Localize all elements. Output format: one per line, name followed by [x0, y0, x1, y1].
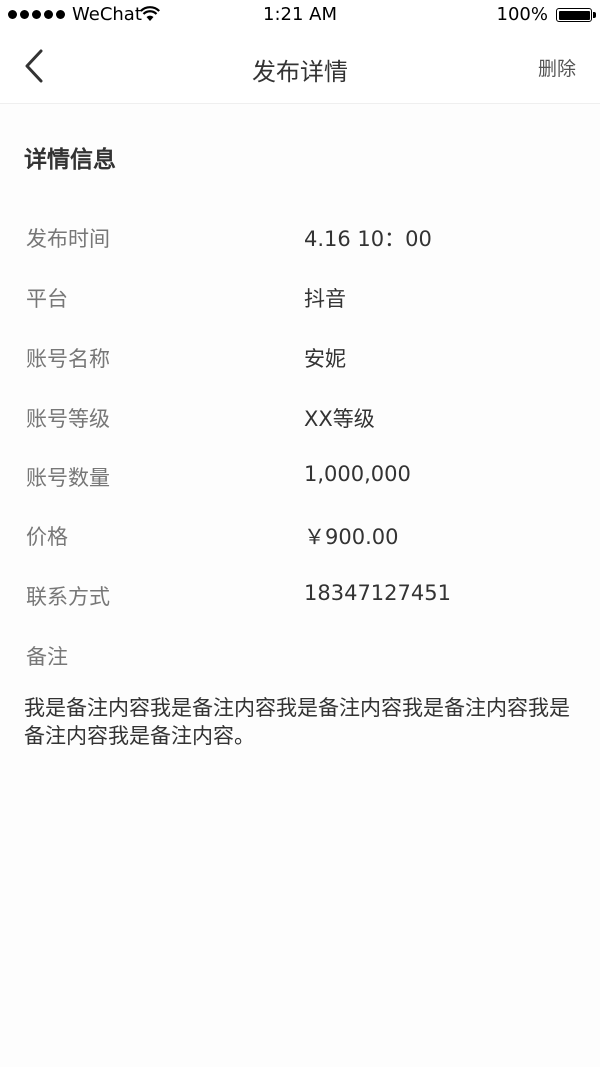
- detail-row-price: 价格 ￥900.00: [0, 521, 600, 561]
- detail-row-account-name: 账号名称 安妮: [0, 343, 600, 383]
- navigation-bar: 发布详情 删除: [0, 32, 600, 104]
- section-title: 详情信息: [24, 147, 116, 173]
- detail-label: 平台: [26, 287, 68, 311]
- detail-value: XX等级: [304, 407, 375, 431]
- detail-label: 价格: [26, 525, 68, 549]
- detail-value: 1,000,000: [304, 462, 411, 486]
- detail-value: 安妮: [304, 347, 346, 371]
- detail-value[interactable]: 18347127451: [304, 581, 451, 605]
- remark-label: 备注: [26, 645, 68, 669]
- detail-label: 账号数量: [26, 466, 110, 490]
- battery-percentage: 100%: [496, 4, 548, 25]
- detail-row-contact: 联系方式 18347127451: [0, 581, 600, 621]
- detail-label: 账号等级: [26, 407, 110, 431]
- detail-label: 发布时间: [26, 227, 110, 251]
- detail-value: 4.16 10：00: [304, 227, 432, 251]
- status-bar: WeChat 1:21 AM 100%: [0, 0, 600, 32]
- detail-value: ￥900.00: [304, 525, 399, 549]
- remark-content: 我是备注内容我是备注内容我是备注内容我是备注内容我是备注内容我是备注内容。: [24, 696, 570, 748]
- detail-label: 联系方式: [26, 585, 110, 609]
- delete-button[interactable]: 删除: [538, 54, 576, 81]
- detail-value: 抖音: [304, 287, 346, 311]
- page-title: 发布详情: [252, 58, 348, 86]
- battery-icon: [556, 8, 592, 22]
- detail-row-account-level: 账号等级 XX等级: [0, 403, 600, 443]
- detail-label: 账号名称: [26, 347, 110, 371]
- detail-row-platform: 平台 抖音: [0, 283, 600, 323]
- detail-row-publish-time: 发布时间 4.16 10：00: [0, 223, 600, 263]
- detail-row-account-count: 账号数量 1,000,000: [0, 462, 600, 502]
